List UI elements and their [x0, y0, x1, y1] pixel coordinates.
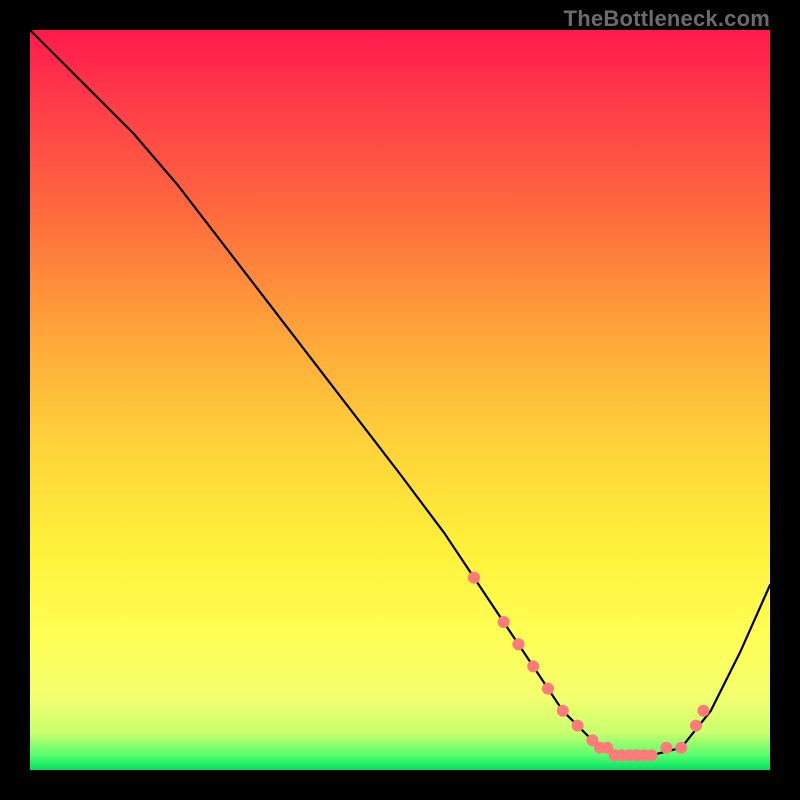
highlight-dot: [512, 638, 524, 650]
highlight-dot: [468, 572, 480, 584]
plot-area: [30, 30, 770, 770]
curve-svg: [30, 30, 770, 770]
highlight-dot: [542, 683, 554, 695]
highlight-dot: [675, 742, 687, 754]
chart-frame: TheBottleneck.com: [0, 0, 800, 800]
highlight-dot: [660, 742, 672, 754]
highlight-dot: [690, 720, 702, 732]
watermark-text: TheBottleneck.com: [564, 6, 770, 32]
highlight-dot: [572, 720, 584, 732]
highlight-dot: [527, 660, 539, 672]
highlight-dot: [697, 705, 709, 717]
highlight-dot: [557, 705, 569, 717]
highlight-dots-group: [468, 572, 709, 762]
highlight-dot: [498, 616, 510, 628]
highlight-dot: [646, 749, 658, 761]
bottleneck-curve: [30, 30, 770, 755]
